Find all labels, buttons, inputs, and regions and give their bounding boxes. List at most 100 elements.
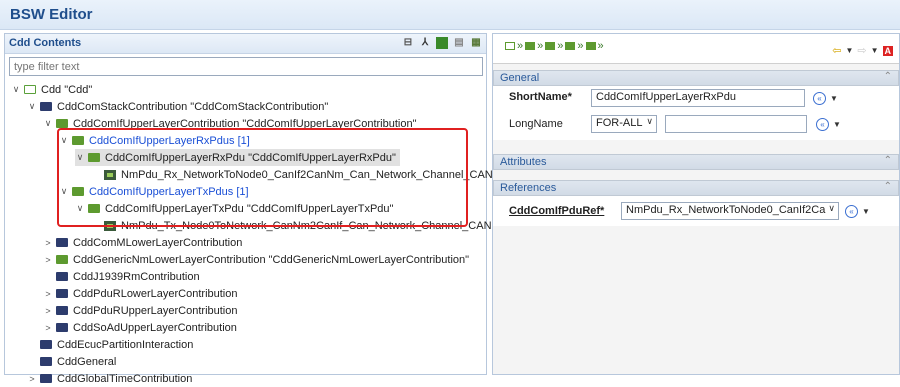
- pduref-row: CddComIfPduRef* NmPdu_Rx_NetworkToNode0_…: [493, 196, 899, 220]
- panel-toolbar: ⊟ ⅄ ▤ ▦: [402, 37, 482, 49]
- grid-icon[interactable]: ▦: [470, 37, 482, 49]
- double-chevron-icon: »: [577, 40, 584, 52]
- folder-icon: [56, 255, 68, 264]
- folder-icon: [56, 119, 68, 128]
- folder-icon: [56, 272, 68, 281]
- folder-icon: [40, 102, 52, 111]
- section-attributes[interactable]: Attributes ⌃: [493, 154, 899, 170]
- tree-label: CddPduRLowerLayerContribution: [73, 287, 238, 300]
- chevron-right-icon[interactable]: >: [43, 289, 53, 299]
- app-title: BSW Editor: [0, 0, 900, 30]
- folder-icon[interactable]: [585, 42, 596, 50]
- folder-icon: [40, 374, 52, 383]
- tree-node[interactable]: > CddGlobalTimeContribution: [27, 370, 192, 387]
- tree-label: CddSoAdUpperLayerContribution: [73, 321, 237, 334]
- shortname-label: ShortName*: [509, 91, 572, 103]
- section-general[interactable]: General ⌃: [493, 70, 899, 86]
- tree-label: CddJ1939RmContribution: [73, 270, 200, 283]
- section-title: General: [500, 72, 540, 84]
- folder-icon[interactable]: [525, 42, 536, 50]
- tree-node[interactable]: ∨ CddComStackContribution "CddComStackCon…: [27, 98, 329, 115]
- tree-label: CddEcucPartitionInteraction: [57, 338, 194, 351]
- dropdown-icon[interactable]: ▼: [862, 207, 870, 216]
- language-select[interactable]: FOR-ALL ∨: [591, 115, 657, 133]
- dropdown-icon[interactable]: ▼: [830, 94, 838, 103]
- chevron-down-icon: ∨: [826, 203, 835, 214]
- general-form: ShortName* CddComIfUpperLayerRxPdu « ▼ L…: [493, 86, 899, 140]
- longname-row: LongName FOR-ALL ∨ « ▼: [493, 110, 899, 138]
- error-icon[interactable]: A: [882, 45, 893, 56]
- tree-label: CddComMLowerLayerContribution: [73, 236, 243, 249]
- tree-node[interactable]: CddGeneral: [40, 353, 116, 370]
- pduref-label: CddComIfPduRef*: [509, 205, 605, 217]
- collapse-icon[interactable]: ⌃: [884, 155, 892, 166]
- shortname-row: ShortName* CddComIfUpperLayerRxPdu « ▼: [493, 86, 899, 110]
- tree-node[interactable]: > CddPduRLowerLayerContribution: [43, 285, 237, 302]
- folder-icon: [40, 357, 52, 366]
- edit-icon[interactable]: «: [845, 205, 858, 218]
- green-table-icon[interactable]: [436, 37, 448, 49]
- folder-icon: [56, 323, 68, 332]
- tree-label: CddGenericNmLowerLayerContribution "CddG…: [73, 253, 470, 266]
- folder-icon[interactable]: [545, 42, 556, 50]
- collapse-icon[interactable]: ⌃: [884, 181, 892, 192]
- edit-icon[interactable]: «: [813, 92, 826, 105]
- dropdown-icon[interactable]: ▼: [833, 120, 841, 129]
- back-arrow-icon[interactable]: ⇦: [832, 44, 841, 57]
- tree-node[interactable]: > CddComMLowerLayerContribution: [43, 234, 242, 251]
- tree-node[interactable]: > CddGenericNmLowerLayerContribution "Cdd…: [43, 251, 469, 268]
- tree-label: CddComStackContribution "CddComStackCont…: [57, 100, 329, 113]
- double-chevron-icon: »: [517, 40, 524, 52]
- double-chevron-icon: »: [557, 40, 564, 52]
- tree-node[interactable]: > CddPduRUpperLayerContribution: [43, 302, 237, 319]
- dropdown-icon[interactable]: ▼: [871, 46, 879, 55]
- dropdown-icon[interactable]: ▼: [845, 46, 853, 55]
- language-value: FOR-ALL: [596, 117, 643, 129]
- chevron-down-icon[interactable]: ∨: [11, 84, 21, 95]
- panel-header: Cdd Contents ⊟ ⅄ ▤ ▦: [5, 34, 486, 54]
- chevron-right-icon[interactable]: >: [43, 255, 53, 265]
- properties-panel: » » » » » ⇦ ▼ ⇨ ▼ A General ⌃ ShortName*…: [492, 33, 900, 375]
- panel-title: Cdd Contents: [9, 37, 82, 49]
- chevron-right-icon[interactable]: >: [43, 323, 53, 333]
- pduref-select[interactable]: NmPdu_Rx_NetworkToNode0_CanIf2Can ∨: [621, 202, 839, 220]
- tree-label: CddGeneral: [57, 355, 117, 368]
- tree-node[interactable]: CddEcucPartitionInteraction: [40, 336, 193, 353]
- tree-node-cdd[interactable]: ∨ Cdd "Cdd": [11, 81, 93, 98]
- double-chevron-icon: »: [537, 40, 544, 52]
- document-icon[interactable]: ▤: [453, 37, 465, 49]
- folder-icon: [40, 340, 52, 349]
- hierarchy-icon[interactable]: ⅄: [419, 37, 431, 49]
- breadcrumb: » » » » » ⇦ ▼ ⇨ ▼ A: [493, 34, 899, 64]
- chevron-down-icon[interactable]: ∨: [27, 101, 37, 112]
- folder-icon[interactable]: [565, 42, 576, 50]
- forward-arrow-icon[interactable]: ⇨: [857, 44, 866, 57]
- folder-icon: [56, 289, 68, 298]
- chevron-down-icon[interactable]: ∨: [43, 118, 53, 129]
- cdd-contents-panel: Cdd Contents ⊟ ⅄ ▤ ▦ ∨ Cdd "Cdd" ∨ CddComS…: [4, 33, 493, 385]
- folder-icon: [56, 238, 68, 247]
- pduref-value: NmPdu_Rx_NetworkToNode0_CanIf2Can: [626, 204, 832, 216]
- filter-input[interactable]: [9, 57, 483, 76]
- collapse-icon[interactable]: ⌃: [884, 71, 892, 82]
- longname-input[interactable]: [665, 115, 807, 133]
- highlight-box: [57, 128, 468, 227]
- chevron-right-icon[interactable]: >: [43, 238, 53, 248]
- chevron-right-icon[interactable]: >: [43, 306, 53, 316]
- nav-buttons: ⇦ ▼ ⇨ ▼ A: [832, 44, 893, 57]
- edit-icon[interactable]: «: [816, 118, 829, 131]
- tree-node[interactable]: > CddSoAdUpperLayerContribution: [43, 319, 237, 336]
- section-title: Attributes: [500, 156, 547, 168]
- double-chevron-icon: »: [597, 40, 604, 52]
- chevron-right-icon[interactable]: >: [27, 374, 37, 384]
- tree-node[interactable]: CddJ1939RmContribution: [56, 268, 200, 285]
- shortname-input[interactable]: CddComIfUpperLayerRxPdu: [591, 89, 805, 107]
- section-references[interactable]: References ⌃: [493, 180, 899, 196]
- tree-label: CddGlobalTimeContribution: [57, 372, 193, 385]
- tree-label: Cdd "Cdd": [41, 83, 93, 96]
- chevron-down-icon: ∨: [646, 116, 653, 126]
- folder-icon: [24, 85, 36, 94]
- folder-icon[interactable]: [505, 42, 515, 50]
- tree-label: CddPduRUpperLayerContribution: [73, 304, 238, 317]
- collapse-all-icon[interactable]: ⊟: [402, 37, 414, 49]
